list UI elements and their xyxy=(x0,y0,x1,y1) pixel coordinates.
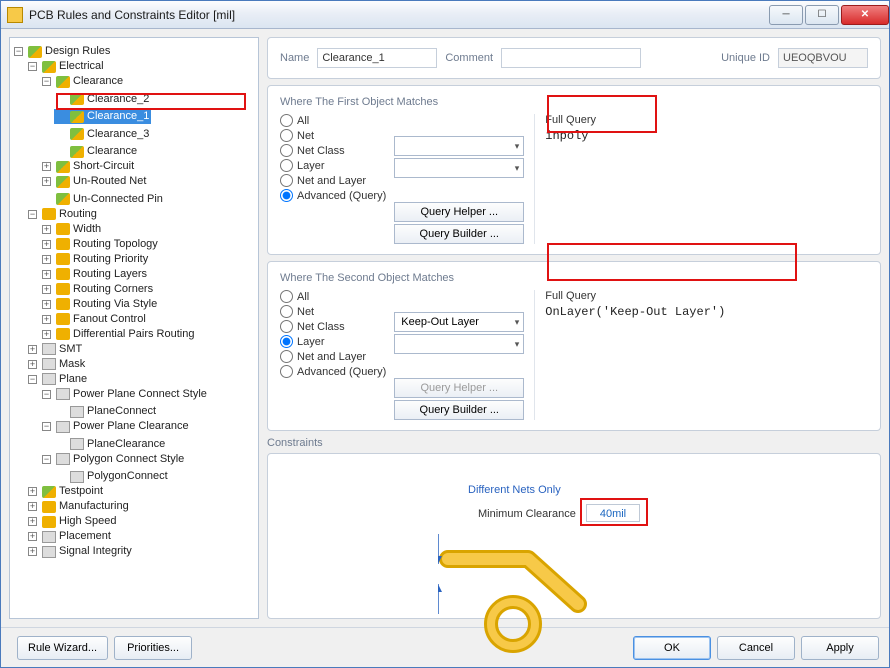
m1-fullquery-text[interactable]: inpoly xyxy=(545,129,868,143)
tree-clearance3[interactable]: Clearance_3 xyxy=(54,127,151,142)
close-button[interactable]: ✕ xyxy=(841,5,889,25)
uid-label: Unique ID xyxy=(721,52,770,64)
cancel-button[interactable]: Cancel xyxy=(717,636,795,660)
rules-tree[interactable]: −Design Rules −Electrical −Clearance Cle… xyxy=(12,44,256,559)
different-nets-label: Different Nets Only xyxy=(468,484,561,496)
comment-label: Comment xyxy=(445,52,493,64)
rules-tree-pane: −Design Rules −Electrical −Clearance Cle… xyxy=(9,37,259,619)
m2-query-helper-button: Query Helper ... xyxy=(394,378,524,398)
constraints-title: Constraints xyxy=(267,437,881,449)
minimize-button[interactable]: ─ xyxy=(769,5,803,25)
first-match-panel: Where The First Object Matches All Net N… xyxy=(267,85,881,255)
app-icon xyxy=(7,7,23,23)
first-match-title: Where The First Object Matches xyxy=(280,96,868,108)
m1-net[interactable]: Net xyxy=(280,129,386,142)
tree-clearance1-selected[interactable]: Clearance_1 xyxy=(54,109,151,124)
tree-sigint[interactable]: +Signal Integrity xyxy=(26,544,134,559)
tree-unrouted[interactable]: +Un-Routed Net xyxy=(40,174,148,189)
m1-query-builder-button[interactable]: Query Builder ... xyxy=(394,224,524,244)
tree-plane[interactable]: −Plane xyxy=(26,372,89,387)
tree-electrical[interactable]: −Electrical xyxy=(26,59,106,74)
m2-netlayer[interactable]: Net and Layer xyxy=(280,350,386,363)
rule-editor-pane: Name Comment Unique ID Where The First O… xyxy=(267,37,881,619)
tree-width[interactable]: +Width xyxy=(40,222,103,237)
second-match-title: Where The Second Object Matches xyxy=(280,272,868,284)
tree-ppconnect-style[interactable]: −Power Plane Connect Style xyxy=(40,387,209,402)
min-clearance-label: Minimum Clearance xyxy=(478,508,576,520)
tree-unconnected[interactable]: Un-Connected Pin xyxy=(40,192,165,207)
tree-layers[interactable]: +Routing Layers xyxy=(40,267,149,282)
name-panel: Name Comment Unique ID xyxy=(267,37,881,79)
priorities-button[interactable]: Priorities... xyxy=(114,636,192,660)
rule-name-input[interactable] xyxy=(317,48,437,68)
tree-manufacturing[interactable]: +Manufacturing xyxy=(26,499,131,514)
rule-comment-input[interactable] xyxy=(501,48,641,68)
m2-all[interactable]: All xyxy=(280,290,386,303)
tree-priority[interactable]: +Routing Priority xyxy=(40,252,150,267)
rule-wizard-button[interactable]: Rule Wizard... xyxy=(17,636,108,660)
m1-all[interactable]: All xyxy=(280,114,386,127)
min-clearance-input[interactable]: 40mil xyxy=(586,504,640,522)
tree-topology[interactable]: +Routing Topology xyxy=(40,237,160,252)
m2-net[interactable]: Net xyxy=(280,305,386,318)
tree-polyconnect[interactable]: PolygonConnect xyxy=(54,469,170,484)
m1-net-combo[interactable]: ▾ xyxy=(394,136,524,156)
window-title: PCB Rules and Constraints Editor [mil] xyxy=(29,8,767,22)
m1-netclass-combo[interactable]: ▾ xyxy=(394,158,524,178)
m1-netlayer[interactable]: Net and Layer xyxy=(280,174,386,187)
app-window: PCB Rules and Constraints Editor [mil] ─… xyxy=(0,0,890,668)
rule-uid-field xyxy=(778,48,868,68)
m1-fullquery-label: Full Query xyxy=(545,114,868,126)
tree-fanout[interactable]: +Fanout Control xyxy=(40,312,148,327)
m2-query-builder-button[interactable]: Query Builder ... xyxy=(394,400,524,420)
tree-smt[interactable]: +SMT xyxy=(26,342,84,357)
tree-root[interactable]: −Design Rules xyxy=(12,44,112,59)
tree-clearance-group[interactable]: −Clearance xyxy=(40,74,125,89)
name-label: Name xyxy=(280,52,309,64)
m1-layer[interactable]: Layer xyxy=(280,159,386,172)
m1-netclass[interactable]: Net Class xyxy=(280,144,386,157)
apply-button[interactable]: Apply xyxy=(801,636,879,660)
m2-fullquery-label: Full Query xyxy=(545,290,868,302)
second-match-panel: Where The Second Object Matches All Net … xyxy=(267,261,881,431)
m1-adv[interactable]: Advanced (Query) xyxy=(280,189,386,202)
tree-clearance-base[interactable]: Clearance xyxy=(54,144,139,159)
clearance-diagram-icon xyxy=(438,524,648,654)
tree-testpoint[interactable]: +Testpoint xyxy=(26,484,105,499)
tree-routing[interactable]: −Routing xyxy=(26,207,99,222)
tree-polyconnect-style[interactable]: −Polygon Connect Style xyxy=(40,452,186,467)
m2-layer[interactable]: Layer xyxy=(280,335,386,348)
tree-planeclearance[interactable]: PlaneClearance xyxy=(54,437,167,452)
tree-corners[interactable]: +Routing Corners xyxy=(40,282,155,297)
m1-query-helper-button[interactable]: Query Helper ... xyxy=(394,202,524,222)
m2-layer-combo[interactable]: Keep-Out Layer▾ xyxy=(394,312,524,332)
constraints-section: Constraints Different Nets Only Minimum … xyxy=(267,437,881,619)
m2-fullquery-text[interactable]: OnLayer('Keep-Out Layer') xyxy=(545,305,868,319)
tree-highspeed[interactable]: +High Speed xyxy=(26,514,119,529)
m2-netclass-combo[interactable]: ▾ xyxy=(394,334,524,354)
tree-diffpairs[interactable]: +Differential Pairs Routing xyxy=(40,327,196,342)
tree-placement[interactable]: +Placement xyxy=(26,529,113,544)
titlebar: PCB Rules and Constraints Editor [mil] ─… xyxy=(1,1,889,29)
maximize-button[interactable]: ☐ xyxy=(805,5,839,25)
tree-ppclearance[interactable]: −Power Plane Clearance xyxy=(40,419,191,434)
tree-shortcircuit[interactable]: +Short-Circuit xyxy=(40,159,136,174)
tree-mask[interactable]: +Mask xyxy=(26,357,87,372)
m2-netclass[interactable]: Net Class xyxy=(280,320,386,333)
m2-adv[interactable]: Advanced (Query) xyxy=(280,365,386,378)
tree-clearance2[interactable]: Clearance_2 xyxy=(54,92,151,107)
tree-planeconnect[interactable]: PlaneConnect xyxy=(54,404,158,419)
tree-viastyle[interactable]: +Routing Via Style xyxy=(40,297,159,312)
